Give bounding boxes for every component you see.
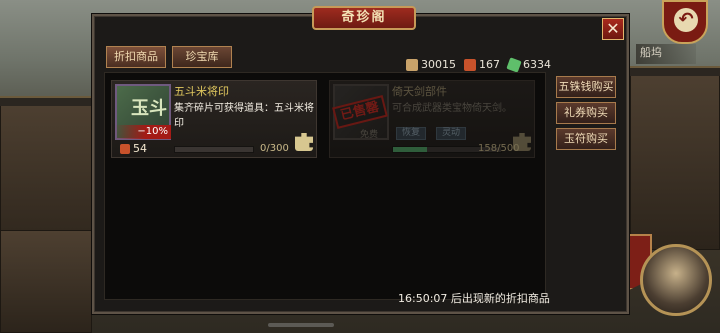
fragment-progress-bar bbox=[174, 146, 254, 153]
shop-dialog: 奇珍阁 ✕ 折扣商品 珍宝库 30015 167 6334 玉斗 −10% 54… bbox=[92, 6, 629, 314]
ticket-icon bbox=[464, 58, 476, 71]
ticket-icon bbox=[120, 143, 130, 154]
fragment-progress-text: 0/300 bbox=[260, 143, 289, 154]
return-arrow-icon: ↶ bbox=[674, 8, 698, 32]
currency-coins-value: 30015 bbox=[421, 58, 456, 71]
item-price: 54 bbox=[120, 142, 147, 155]
refresh-countdown: 16:50:07 后出现新的折扣商品 bbox=[398, 292, 550, 305]
goods-card[interactable]: 玉斗 −10% 54 五斗米将印 集齐碎片可获得道具：五斗米将印 0/300 bbox=[111, 80, 317, 158]
item-name: 倚天剑部件 bbox=[392, 85, 447, 98]
attribute-chip: 恢复 bbox=[396, 127, 427, 140]
goods-panel: 玉斗 −10% 54 五斗米将印 集齐碎片可获得道具：五斗米将印 0/300 已… bbox=[104, 72, 546, 300]
fragment-progress-fill bbox=[393, 147, 428, 152]
buy-with-coins-button[interactable]: 五铢钱购买 bbox=[556, 76, 616, 98]
tab-treasure-vault[interactable]: 珍宝库 bbox=[172, 46, 232, 68]
free-label: 免费 bbox=[360, 130, 379, 140]
currency-jade: 6334 bbox=[506, 56, 551, 73]
dock-label: 船坞 bbox=[636, 44, 696, 64]
buy-with-jade-button[interactable]: 玉符购买 bbox=[556, 128, 616, 150]
jade-icon bbox=[506, 56, 522, 73]
currency-coins: 30015 bbox=[406, 58, 456, 71]
puzzle-piece-icon bbox=[513, 133, 531, 151]
scroll-coin-icon bbox=[406, 58, 418, 71]
puzzle-piece-icon bbox=[295, 133, 313, 151]
tab-discount-goods[interactable]: 折扣商品 bbox=[106, 46, 166, 68]
currency-jade-value: 6334 bbox=[523, 58, 551, 71]
currency-tickets-value: 167 bbox=[479, 58, 500, 71]
item-price-value: 54 bbox=[133, 142, 147, 155]
item-description: 集齐碎片可获得道具：五斗米将印 bbox=[174, 103, 314, 129]
close-button[interactable]: ✕ bbox=[602, 18, 624, 40]
horizontal-scrollbar[interactable] bbox=[268, 323, 334, 327]
buy-with-tickets-button[interactable]: 礼券购买 bbox=[556, 102, 616, 124]
attribute-chip: 灵动 bbox=[436, 127, 467, 140]
currency-tickets: 167 bbox=[464, 58, 500, 71]
item-description: 可合成武器类宝物倚天剑。 bbox=[392, 103, 512, 114]
goods-card[interactable]: 已售罄 免费 倚天剑部件 可合成武器类宝物倚天剑。 恢复 灵动 158/500 bbox=[329, 80, 535, 158]
back-button[interactable]: ↶ bbox=[662, 0, 708, 44]
item-name: 五斗米将印 bbox=[174, 85, 229, 98]
discount-badge: −10% bbox=[115, 125, 171, 139]
dialog-title: 奇珍阁 bbox=[312, 6, 416, 30]
player-avatar[interactable] bbox=[640, 244, 712, 316]
item-glyph: 玉斗 bbox=[131, 98, 167, 119]
